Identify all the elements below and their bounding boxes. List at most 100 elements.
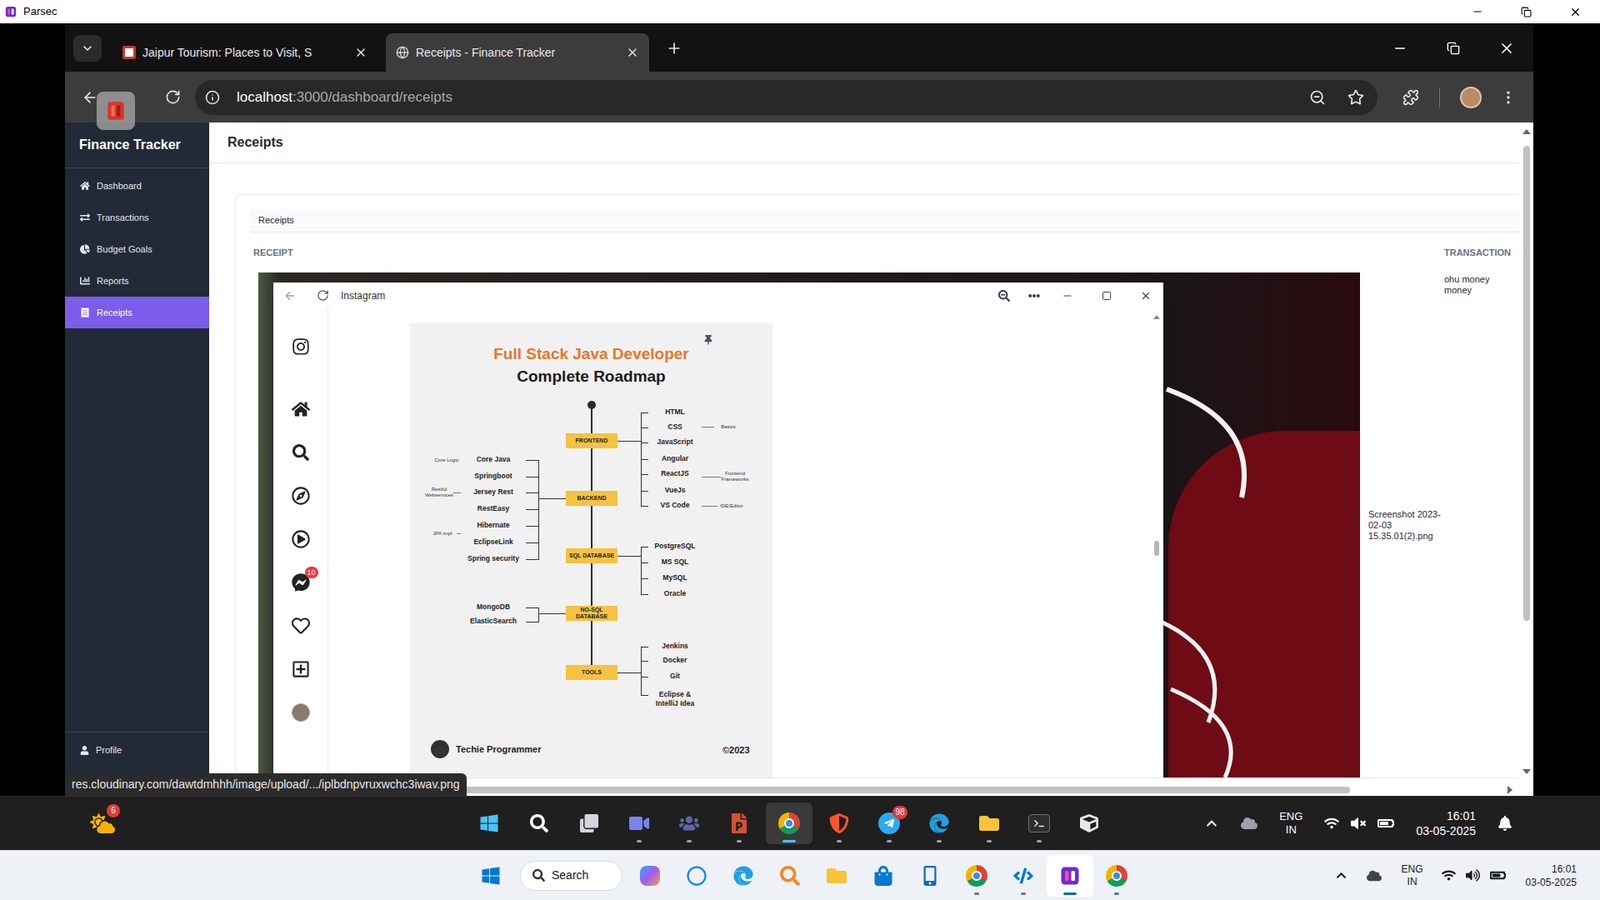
refresh-icon[interactable] — [316, 289, 330, 302]
taskbar-app[interactable] — [1000, 855, 1047, 897]
home-icon — [80, 180, 90, 191]
taskbar-app[interactable] — [860, 855, 907, 897]
site-info-icon[interactable] — [205, 90, 220, 105]
bookmark-star-icon[interactable] — [1347, 89, 1365, 106]
clock[interactable]: 16:0103-05-2025 — [1415, 808, 1476, 839]
taskbar-app[interactable] — [1015, 802, 1063, 845]
table-row: Instagram10Full Stack Java DeveloperComp… — [250, 272, 1520, 778]
taskbar-app[interactable] — [815, 802, 863, 845]
sidebar-item[interactable]: Budget Goals — [65, 233, 210, 265]
taskbar-app[interactable] — [626, 855, 674, 897]
new-tab-icon[interactable] — [665, 40, 683, 57]
browser-tab[interactable]: Receipts - Finance Tracker — [385, 33, 650, 72]
zoom-icon[interactable] — [1309, 89, 1326, 106]
wifi-icon[interactable] — [1324, 815, 1340, 831]
sidebar-item[interactable]: Dashboard — [65, 170, 210, 202]
sidebar-item[interactable]: Receipts — [65, 296, 210, 329]
sidebar-item[interactable]: Transactions — [65, 201, 210, 234]
taskbar-app[interactable] — [906, 855, 954, 897]
instagram-nav-item[interactable] — [291, 530, 310, 549]
transaction-cell: ohu money money — [1444, 272, 1498, 296]
more-icon[interactable] — [1028, 290, 1040, 302]
clock[interactable]: 16:0103-05-2025 — [1525, 862, 1577, 890]
roadmap-box: FRONTEND — [565, 433, 618, 449]
instagram-nav-item[interactable] — [291, 616, 310, 635]
back-arrow-icon[interactable] — [283, 289, 297, 303]
note-line — [701, 505, 718, 507]
taskbar-app[interactable]: 98 — [865, 802, 913, 845]
tab-search-button[interactable] — [73, 35, 102, 62]
sync-icon[interactable] — [1366, 868, 1382, 884]
parsec-floating-button[interactable] — [96, 91, 135, 130]
battery-icon[interactable] — [1377, 815, 1395, 832]
item-tick — [640, 427, 649, 429]
browser-restore-button[interactable] — [1426, 41, 1480, 55]
taskbar-app[interactable] — [565, 802, 613, 845]
taskbar-app[interactable] — [720, 855, 767, 897]
instagram-nav-item[interactable]: 10 — [291, 573, 310, 592]
parsec-restore-button[interactable] — [1501, 0, 1551, 24]
address-bar[interactable]: localhost:3000/dashboard/receipts — [195, 80, 1378, 115]
instagram-nav-item[interactable] — [291, 660, 310, 679]
sidebar-item[interactable]: Reports — [65, 265, 210, 297]
taskbar-app[interactable] — [813, 855, 860, 897]
feed-scrollbar[interactable] — [1153, 308, 1160, 778]
browser-close-button[interactable] — [1480, 40, 1534, 57]
show-hidden-icons-icon[interactable] — [1335, 870, 1347, 881]
instagram-nav-item[interactable] — [291, 337, 310, 356]
roadmap-item: MySQL — [648, 573, 702, 583]
browser-tab[interactable]: Jaipur Tourism: Places to Visit, S — [112, 33, 378, 72]
language-indicator[interactable]: ENGIN — [1401, 863, 1424, 889]
instagram-nav-item[interactable] — [291, 703, 310, 722]
taskbar-app[interactable] — [715, 802, 763, 845]
back-icon[interactable] — [81, 89, 99, 106]
browser-minimize-button[interactable] — [1373, 40, 1427, 56]
battery-icon[interactable] — [1490, 867, 1506, 884]
taskbar-app[interactable] — [615, 802, 663, 845]
post-title: Full Stack Java Developer — [493, 344, 689, 365]
vertical-scrollbar[interactable] — [1519, 122, 1534, 796]
muted-volume-icon[interactable] — [1350, 815, 1366, 831]
taskbar-app[interactable] — [673, 855, 720, 897]
taskbar-app[interactable] — [766, 855, 814, 897]
menu-icon[interactable] — [1500, 89, 1517, 106]
maximize-icon[interactable] — [1101, 290, 1112, 301]
receipt-icon — [80, 307, 90, 318]
minimize-icon[interactable] — [1061, 290, 1074, 302]
reload-icon[interactable] — [165, 89, 181, 105]
taskbar-app[interactable] — [965, 802, 1013, 845]
instagram-nav-item[interactable] — [291, 443, 310, 462]
instagram-nav-item[interactable] — [291, 400, 310, 419]
parsec-minimize-button[interactable] — [1452, 0, 1502, 24]
close-tab-icon[interactable] — [625, 45, 640, 60]
taskbar-app[interactable] — [765, 802, 813, 845]
profile-avatar-icon[interactable] — [1460, 86, 1482, 109]
roadmap-note: Frontend Frameworks — [720, 470, 750, 483]
profile-link[interactable]: Profile — [65, 734, 210, 766]
show-hidden-icons-icon[interactable] — [1205, 817, 1218, 830]
start-button[interactable] — [470, 855, 511, 896]
taskbar-app[interactable] — [465, 802, 513, 845]
taskbar-app[interactable] — [1046, 855, 1094, 897]
roadmap-item: VueJs — [648, 485, 702, 495]
language-indicator[interactable]: ENGIN — [1279, 810, 1303, 837]
instagram-nav-item[interactable] — [291, 486, 310, 505]
close-tab-icon[interactable] — [354, 45, 368, 60]
zoom-out-icon[interactable] — [998, 290, 1010, 302]
weather-widget[interactable]: 6 — [90, 810, 115, 836]
notifications-icon[interactable] — [1497, 815, 1513, 831]
close-icon[interactable] — [1140, 290, 1152, 302]
extensions-icon[interactable] — [1402, 89, 1420, 106]
receipt-image[interactable]: Instagram10Full Stack Java DeveloperComp… — [258, 272, 1360, 778]
parsec-close-button[interactable] — [1550, 0, 1600, 24]
taskbar-app[interactable] — [665, 802, 713, 845]
taskbar-search[interactable]: Search — [520, 860, 623, 891]
taskbar-app[interactable] — [953, 855, 1000, 897]
taskbar-app[interactable] — [1093, 855, 1140, 897]
volume-icon[interactable] — [1465, 868, 1480, 883]
taskbar-app[interactable] — [1065, 802, 1113, 845]
wifi-icon[interactable] — [1441, 868, 1456, 883]
taskbar-app[interactable] — [515, 802, 563, 845]
taskbar-app[interactable] — [915, 802, 963, 845]
onedrive-icon[interactable] — [1240, 815, 1258, 832]
